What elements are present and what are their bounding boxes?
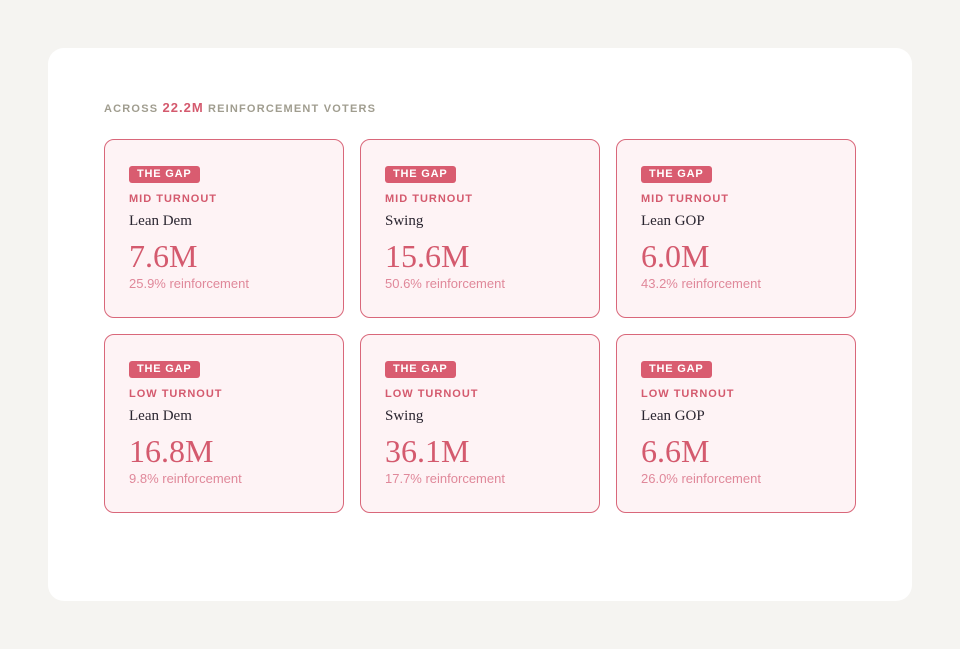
heading-prefix: ACROSS — [104, 103, 159, 115]
summary-panel: ACROSS 22.2M REINFORCEMENT VOTERS THE GA… — [48, 48, 912, 601]
lean-label: Lean Dem — [129, 213, 192, 229]
turnout-label: LOW TURNOUT — [129, 388, 223, 400]
reinforcement-share: 26.0% reinforcement — [641, 471, 761, 486]
segment-card-mid-lean-dem: THE GAP MID TURNOUT Lean Dem 7.6M 25.9% … — [104, 139, 344, 318]
voter-count: 6.0M — [641, 238, 710, 274]
segment-card-low-swing: THE GAP LOW TURNOUT Swing 36.1M 17.7% re… — [360, 334, 600, 513]
voter-count: 6.6M — [641, 433, 710, 469]
gap-badge: THE GAP — [641, 361, 712, 378]
segment-card-low-lean-gop: THE GAP LOW TURNOUT Lean GOP 6.6M 26.0% … — [616, 334, 856, 513]
reinforcement-share: 9.8% reinforcement — [129, 471, 242, 486]
gap-badge: THE GAP — [129, 166, 200, 183]
voter-count: 36.1M — [385, 433, 470, 469]
summary-heading: ACROSS 22.2M REINFORCEMENT VOTERS — [104, 100, 856, 116]
reinforcement-share: 43.2% reinforcement — [641, 276, 761, 291]
turnout-label: MID TURNOUT — [385, 193, 473, 205]
voter-count: 7.6M — [129, 238, 198, 274]
turnout-label: LOW TURNOUT — [385, 388, 479, 400]
segment-card-low-lean-dem: THE GAP LOW TURNOUT Lean Dem 16.8M 9.8% … — [104, 334, 344, 513]
gap-badge: THE GAP — [385, 166, 456, 183]
heading-suffix: REINFORCEMENT VOTERS — [207, 103, 377, 115]
heading-total: 22.2M — [162, 100, 204, 115]
lean-label: Swing — [385, 213, 424, 229]
reinforcement-share: 17.7% reinforcement — [385, 471, 505, 486]
segment-card-mid-lean-gop: THE GAP MID TURNOUT Lean GOP 6.0M 43.2% … — [616, 139, 856, 318]
voter-count: 16.8M — [129, 433, 214, 469]
lean-label: Lean Dem — [129, 408, 192, 424]
lean-label: Swing — [385, 408, 424, 424]
gap-badge: THE GAP — [129, 361, 200, 378]
turnout-label: MID TURNOUT — [641, 193, 729, 205]
reinforcement-share: 25.9% reinforcement — [129, 276, 249, 291]
lean-label: Lean GOP — [641, 408, 705, 424]
gap-badge: THE GAP — [641, 166, 712, 183]
segment-card-mid-swing: THE GAP MID TURNOUT Swing 15.6M 50.6% re… — [360, 139, 600, 318]
turnout-label: MID TURNOUT — [129, 193, 217, 205]
voter-count: 15.6M — [385, 238, 470, 274]
gap-badge: THE GAP — [385, 361, 456, 378]
segment-grid: THE GAP MID TURNOUT Lean Dem 7.6M 25.9% … — [104, 139, 856, 513]
lean-label: Lean GOP — [641, 213, 705, 229]
turnout-label: LOW TURNOUT — [641, 388, 735, 400]
reinforcement-share: 50.6% reinforcement — [385, 276, 505, 291]
